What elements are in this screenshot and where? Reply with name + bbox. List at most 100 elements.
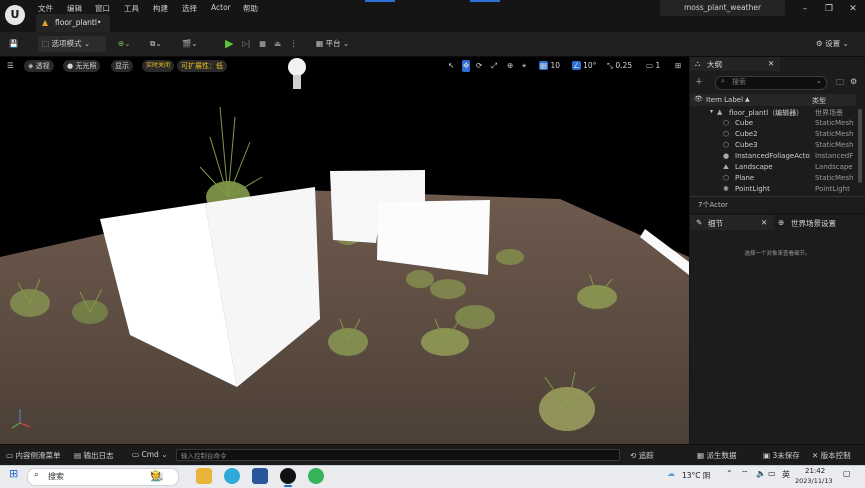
menu-tools[interactable]: 工具 — [124, 3, 139, 14]
menu-window[interactable]: 窗口 — [95, 3, 110, 14]
outliner-header: 👁 Item Label ▲ 类型 — [690, 94, 856, 106]
point-light-icon: ✺ — [723, 185, 729, 193]
column-type[interactable]: 类型 — [812, 96, 826, 106]
close-icon[interactable]: ✕ — [842, 2, 864, 16]
outliner-row-cube3[interactable]: ⬡ Cube3 StaticMesh — [690, 141, 856, 152]
menu-select[interactable]: 选择 — [182, 3, 197, 14]
world-settings-tab[interactable]: ⊕ 世界场景设置 — [776, 215, 865, 230]
surface-snap-icon[interactable]: ⌖ — [522, 60, 526, 72]
menu-build[interactable]: 构建 — [153, 3, 168, 14]
unreal-engine-taskbar-icon[interactable] — [280, 468, 296, 484]
details-tab[interactable]: ✎ 细节 ✕ — [690, 215, 774, 230]
unsaved-button[interactable]: ▣ 3未保存 — [763, 450, 800, 461]
outliner-search-input[interactable]: ⌕ 搜索 ⌄ — [715, 76, 827, 90]
rotate-tool-icon[interactable]: ⟳ — [476, 60, 482, 72]
move-tool-icon[interactable]: ✥ — [462, 60, 471, 72]
menu-edit[interactable]: 编辑 — [67, 3, 82, 14]
menu-actor[interactable]: Actor — [211, 3, 231, 12]
world-space-icon[interactable]: ⊕ — [507, 60, 513, 72]
level-viewport[interactable]: ☰ ◈ 透视 ● 无光照 显示 实时关闭 可扩展性：低 ↖ ✥ ⟳ ⤢ ⊕ ⌖ … — [0, 57, 689, 444]
outliner-scrollbar[interactable] — [858, 109, 862, 183]
camera-speed-button[interactable]: ▭ 1 — [646, 60, 660, 72]
volume-icon[interactable]: 🔈 — [756, 469, 766, 478]
platform-dropdown[interactable]: ▦ 平台 ⌄ — [316, 36, 349, 52]
tray-overflow-icon[interactable]: ⌃ — [726, 469, 733, 478]
blueprint-icon[interactable]: ⧉⌄ — [150, 36, 162, 52]
outliner-row-world[interactable]: ▾ ▲ floor_plantl（编辑器） 世界场景 — [690, 108, 856, 119]
outliner-row-cube[interactable]: ⬡ Cube StaticMesh — [690, 119, 856, 130]
platform-icon: ▦ — [316, 39, 324, 48]
outliner-row-plane[interactable]: ⬡ Plane StaticMesh — [690, 174, 856, 185]
maximize-icon[interactable]: ❐ — [818, 2, 840, 16]
close-tab-icon[interactable]: ✕ — [761, 218, 767, 227]
revision-control-button[interactable]: ✕ 版本控制 — [812, 450, 851, 461]
perspective-label: 透视 — [35, 62, 50, 70]
show-button[interactable]: 显示 — [111, 60, 133, 72]
outliner-row-foliage[interactable]: ● InstancedFoliageActo InstancedF — [690, 152, 856, 163]
outliner-row-landscape[interactable]: ⛰ Landscape Landscape — [690, 163, 856, 174]
minimize-icon[interactable]: – — [794, 2, 816, 16]
lit-mode-button[interactable]: ● 无光照 — [63, 60, 101, 72]
column-item-label[interactable]: Item Label — [706, 96, 743, 104]
expand-icon[interactable]: ▾ — [710, 108, 713, 115]
search-placeholder: 搜索 — [732, 78, 746, 86]
settings-dropdown[interactable]: ⚙ 设置 ⌄ — [816, 36, 849, 52]
outliner-row-label: Landscape — [735, 163, 773, 171]
level-document-tab[interactable]: ▲ floor_plantl• — [36, 14, 110, 32]
console-command-input[interactable]: 输入控制台命令 — [176, 449, 620, 461]
content-drawer-button[interactable]: ▭ 内容侧滑菜单 — [6, 450, 60, 461]
progress-accent — [365, 0, 395, 2]
scale-tool-icon[interactable]: ⤢ — [491, 60, 497, 72]
add-icon[interactable]: ＋ — [695, 76, 703, 87]
eject-icon[interactable]: ⏏ — [274, 36, 281, 52]
add-content-icon[interactable]: ⊕⌄ — [118, 36, 131, 52]
scene-render[interactable] — [0, 57, 689, 444]
unreal-logo-icon[interactable]: U — [5, 5, 25, 25]
cmd-dropdown[interactable]: ▭ Cmd ⌄ — [132, 450, 167, 459]
save-icon[interactable]: 💾 — [9, 36, 18, 52]
angle-icon: ∠ — [572, 61, 581, 70]
rotation-snap-toggle[interactable]: ∠ 10° — [572, 60, 596, 72]
windows-start-icon[interactable]: ⊞ — [9, 467, 18, 480]
play-options-icon[interactable]: ⋮ — [290, 36, 298, 52]
output-log-button[interactable]: ▤ 输出日志 — [74, 450, 113, 461]
outliner-row-cube2[interactable]: ⬡ Cube2 StaticMesh — [690, 130, 856, 141]
close-tab-icon[interactable]: ✕ — [768, 59, 774, 68]
realtime-badge[interactable]: 实时关闭 — [142, 60, 175, 72]
cinematics-icon[interactable]: 🎬⌄ — [182, 36, 198, 52]
menu-help[interactable]: 帮助 — [243, 3, 258, 14]
outliner-row-pointlight[interactable]: ✺ PointLight PointLight — [690, 185, 856, 196]
grid-snap-toggle[interactable]: ▦ 10 — [539, 60, 560, 72]
hamburger-menu-icon[interactable]: ☰ — [7, 60, 14, 72]
derived-data-button[interactable]: ▦ 派生数据 — [697, 450, 736, 461]
outliner-settings-icon[interactable]: ⚙ — [850, 77, 857, 86]
edge-browser-icon[interactable] — [224, 468, 240, 484]
cloud-icon: ☁ — [667, 469, 675, 478]
select-tool-icon[interactable]: ↖ — [448, 60, 454, 72]
menu-file[interactable]: 文件 — [38, 3, 53, 14]
taskbar-search-box[interactable]: ⌕ 搜索 🧑‍🌾 — [27, 468, 179, 486]
notification-icon[interactable]: ▢ — [843, 469, 851, 478]
play-icon[interactable]: ▶ — [225, 36, 233, 52]
select-mode-dropdown[interactable]: ⬚ 选项模式 ⌄ — [38, 36, 106, 52]
wifi-icon[interactable]: ⌔ — [741, 469, 749, 479]
file-explorer-icon[interactable] — [196, 468, 212, 484]
trace-button[interactable]: ⟲ 追踪 — [630, 450, 654, 461]
visibility-icon[interactable]: 👁 — [694, 95, 703, 103]
progress-accent-2 — [470, 0, 500, 2]
perspective-button[interactable]: ◈ 透视 — [24, 60, 54, 72]
weather-text[interactable]: 13°C 阴 — [682, 470, 710, 481]
scale-snap-toggle[interactable]: ⤡ 0.25 — [607, 60, 632, 72]
stop-icon[interactable]: ■ — [259, 36, 266, 52]
step-icon[interactable]: ▷| — [242, 36, 250, 52]
clock-time[interactable]: 21:42 — [805, 467, 825, 475]
viewport-layout-icon[interactable]: ⊞ — [675, 60, 681, 72]
scalability-badge[interactable]: 可扩展性：低 — [177, 60, 227, 72]
folder-icon[interactable]: 🗀 — [836, 77, 844, 91]
wechat-icon[interactable] — [308, 468, 324, 484]
word-icon[interactable] — [252, 468, 268, 484]
battery-icon[interactable]: ▭ — [768, 469, 776, 478]
clock-date[interactable]: 2023/11/13 — [795, 477, 832, 485]
ime-indicator[interactable]: 英 — [782, 469, 790, 480]
outliner-tab[interactable]: ⛬ 大纲 ✕ — [690, 57, 780, 71]
